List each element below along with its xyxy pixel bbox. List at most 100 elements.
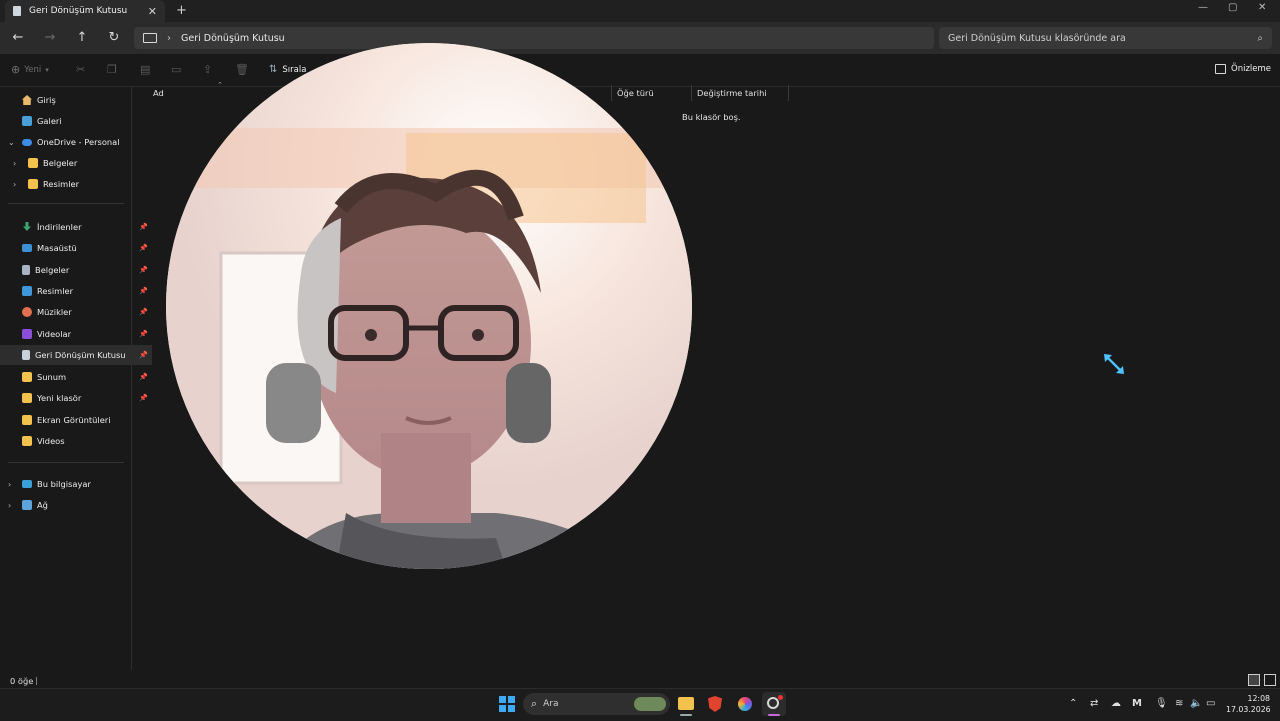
up-icon[interactable]: ↑: [74, 30, 90, 45]
chevron-right-icon[interactable]: ›: [13, 180, 16, 189]
pin-icon[interactable]: 📌: [139, 223, 148, 231]
sidebar-item-label: İndirilenler: [37, 222, 82, 232]
details-view-icon[interactable]: [1248, 674, 1260, 686]
sidebar-item-sunum[interactable]: Sunum 📌: [0, 367, 152, 387]
pictures-icon: [22, 286, 32, 296]
copy-icon[interactable]: ❐: [107, 63, 117, 76]
sidebar-item-pictures[interactable]: Resimler 📌: [0, 281, 152, 301]
search-icon: ⌕: [531, 697, 538, 710]
folder-icon: [22, 436, 32, 446]
battery-icon[interactable]: ▭: [1206, 698, 1215, 709]
sidebar-item-screenshots[interactable]: Ekran Görüntüleri: [0, 410, 152, 430]
sidebar-item-label: Bu bilgisayar: [37, 479, 91, 489]
pin-icon[interactable]: 📌: [139, 287, 148, 295]
sidebar-item-downloads[interactable]: İndirilenler 📌: [0, 217, 152, 237]
sidebar-item-label: Resimler: [43, 179, 80, 189]
new-button[interactable]: ⊕ Yeni ▾: [11, 63, 49, 76]
preview-button[interactable]: Önizleme: [1215, 64, 1271, 74]
this-pc-icon: [22, 480, 32, 488]
refresh-icon[interactable]: ↻: [106, 30, 122, 45]
recorder-app-icon[interactable]: [767, 697, 779, 709]
divider: [8, 203, 124, 204]
pin-icon[interactable]: 📌: [139, 330, 148, 338]
sidebar-item-desktop[interactable]: Masaüstü 📌: [0, 238, 152, 258]
cut-icon[interactable]: ✂: [76, 63, 85, 76]
navigation-pane: Giriş Galeri ⌄ OneDrive - Personal › Bel…: [0, 86, 152, 670]
column-header-name[interactable]: Ad: [153, 88, 164, 98]
minimize-icon[interactable]: —: [1198, 2, 1208, 13]
column-divider[interactable]: [691, 85, 692, 101]
sidebar-item-this-pc[interactable]: › Bu bilgisayar: [0, 474, 152, 494]
file-explorer-icon[interactable]: [678, 697, 694, 710]
address-bar[interactable]: › Geri Dönüşüm Kutusu: [134, 27, 934, 49]
search-icon[interactable]: ⌕: [1257, 33, 1263, 44]
clock-date: 17.03.2026: [1226, 705, 1271, 714]
address-path[interactable]: Geri Dönüşüm Kutusu: [181, 33, 285, 44]
downloads-icon: [23, 222, 31, 231]
pin-icon[interactable]: 📌: [139, 351, 148, 359]
gallery-icon: [22, 116, 32, 126]
rename-icon[interactable]: ▭: [171, 63, 181, 76]
share-icon[interactable]: ⇪: [203, 63, 212, 76]
settings-sliders-icon[interactable]: ⇄: [1090, 698, 1098, 709]
delete-icon[interactable]: 🗑: [235, 63, 249, 76]
sidebar-item-videos-folder[interactable]: Videos: [0, 431, 152, 451]
chevron-down-icon[interactable]: ⌄: [8, 138, 15, 147]
app-tray-icon[interactable]: M: [1132, 698, 1142, 709]
sidebar-item-home[interactable]: Giriş: [0, 90, 152, 110]
active-app-indicator: [768, 714, 780, 716]
chevron-right-icon[interactable]: ›: [167, 33, 171, 44]
close-window-icon[interactable]: ✕: [1258, 2, 1266, 13]
sidebar-item-onedrive[interactable]: ⌄ OneDrive - Personal: [0, 132, 152, 152]
wifi-icon[interactable]: ≋: [1175, 698, 1183, 709]
folder-icon: [22, 415, 32, 425]
pin-icon[interactable]: 📌: [139, 373, 148, 381]
sidebar-item-videos[interactable]: Videolar 📌: [0, 324, 152, 344]
home-icon: [22, 95, 32, 105]
taskbar-search[interactable]: ⌕ Ara: [523, 693, 670, 715]
sidebar-item-onedrive-documents[interactable]: › Belgeler: [0, 153, 158, 173]
taskbar-clock[interactable]: 12:08 17.03.2026: [1226, 693, 1271, 715]
preview-label: Önizleme: [1231, 64, 1272, 74]
pin-icon[interactable]: 📌: [139, 308, 148, 316]
column-header-type[interactable]: Öğe türü: [617, 88, 654, 98]
large-icons-view-icon[interactable]: [1264, 674, 1276, 686]
chevron-right-icon[interactable]: ›: [8, 501, 11, 510]
pin-icon[interactable]: 📌: [139, 394, 148, 402]
microphone-icon[interactable]: 🎙: [1155, 698, 1168, 709]
pin-icon[interactable]: 📌: [139, 266, 148, 274]
webcam-feed: [166, 43, 692, 569]
column-header-modified[interactable]: Değiştirme tarihi: [697, 88, 767, 98]
sidebar-item-gallery[interactable]: Galeri: [0, 111, 152, 131]
preview-pane-icon: [1215, 64, 1226, 74]
paste-icon[interactable]: ▤: [140, 63, 150, 76]
volume-icon[interactable]: 🔈: [1190, 698, 1202, 709]
sidebar-item-new-folder[interactable]: Yeni klasör 📌: [0, 388, 152, 408]
chevron-right-icon[interactable]: ›: [13, 159, 16, 168]
search-input[interactable]: Geri Dönüşüm Kutusu klasöründe ara ⌕: [939, 27, 1272, 49]
sort-icon: ⇅: [269, 64, 278, 75]
sidebar-item-music[interactable]: Müzikler 📌: [0, 302, 152, 322]
chevron-up-icon[interactable]: ⌃: [1069, 698, 1077, 709]
sidebar-item-network[interactable]: › Ağ: [0, 495, 152, 515]
new-tab-button[interactable]: +: [176, 3, 187, 18]
windows-start-icon[interactable]: [499, 696, 515, 712]
webcam-overlay[interactable]: [166, 43, 692, 569]
color-app-icon[interactable]: [738, 697, 752, 711]
tab-recycle-bin[interactable]: Geri Dönüşüm Kutusu ✕: [5, 0, 165, 22]
chevron-right-icon[interactable]: ›: [8, 480, 11, 489]
close-tab-icon[interactable]: ✕: [148, 5, 157, 18]
sort-button[interactable]: ⇅ Sırala: [269, 64, 306, 75]
back-icon[interactable]: ←: [10, 30, 26, 45]
restore-icon[interactable]: ▢: [1228, 2, 1237, 13]
sidebar-item-documents[interactable]: Belgeler 📌: [0, 260, 152, 280]
column-divider[interactable]: [788, 85, 789, 101]
column-divider[interactable]: [611, 85, 612, 101]
sidebar-item-onedrive-pictures[interactable]: › Resimler: [0, 174, 158, 194]
cloud-off-icon[interactable]: ☁: [1111, 698, 1121, 709]
pin-icon[interactable]: 📌: [139, 244, 148, 252]
forward-icon[interactable]: →: [42, 30, 58, 45]
sidebar-item-recycle-bin[interactable]: Geri Dönüşüm Kutusu 📌: [0, 345, 152, 365]
search-placeholder: Geri Dönüşüm Kutusu klasöründe ara: [948, 32, 1126, 44]
sidebar-item-label: Müzikler: [37, 307, 72, 317]
